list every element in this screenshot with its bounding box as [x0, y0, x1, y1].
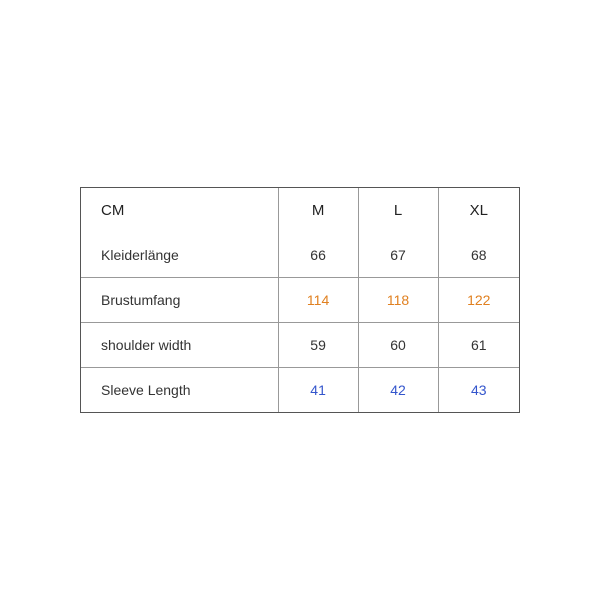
table-row: Kleiderlänge 66 67 68	[81, 233, 519, 278]
size-header-xl: XL	[438, 188, 519, 233]
row-3-val-xl: 43	[438, 368, 519, 413]
size-table-container: CM M L XL Kleiderlänge 66 67 68 Brustumf…	[80, 187, 520, 413]
row-label-kleiderlange: Kleiderlänge	[81, 233, 278, 278]
row-1-val-m: 114	[278, 278, 358, 323]
row-label-shoulder-width: shoulder width	[81, 323, 278, 368]
unit-header: CM	[81, 188, 278, 233]
row-2-val-m: 59	[278, 323, 358, 368]
table-row: Brustumfang 114 118 122	[81, 278, 519, 323]
table-row: shoulder width 59 60 61	[81, 323, 519, 368]
size-table: CM M L XL Kleiderlänge 66 67 68 Brustumf…	[81, 188, 519, 412]
row-1-val-xl: 122	[438, 278, 519, 323]
row-0-val-m: 66	[278, 233, 358, 278]
size-header-l: L	[358, 188, 438, 233]
row-3-val-m: 41	[278, 368, 358, 413]
table-row: Sleeve Length 41 42 43	[81, 368, 519, 413]
row-3-val-l: 42	[358, 368, 438, 413]
row-0-val-xl: 68	[438, 233, 519, 278]
row-1-val-l: 118	[358, 278, 438, 323]
row-label-brustumfang: Brustumfang	[81, 278, 278, 323]
row-label-sleeve-length: Sleeve Length	[81, 368, 278, 413]
row-2-val-xl: 61	[438, 323, 519, 368]
table-header-row: CM M L XL	[81, 188, 519, 233]
row-2-val-l: 60	[358, 323, 438, 368]
size-header-m: M	[278, 188, 358, 233]
row-0-val-l: 67	[358, 233, 438, 278]
